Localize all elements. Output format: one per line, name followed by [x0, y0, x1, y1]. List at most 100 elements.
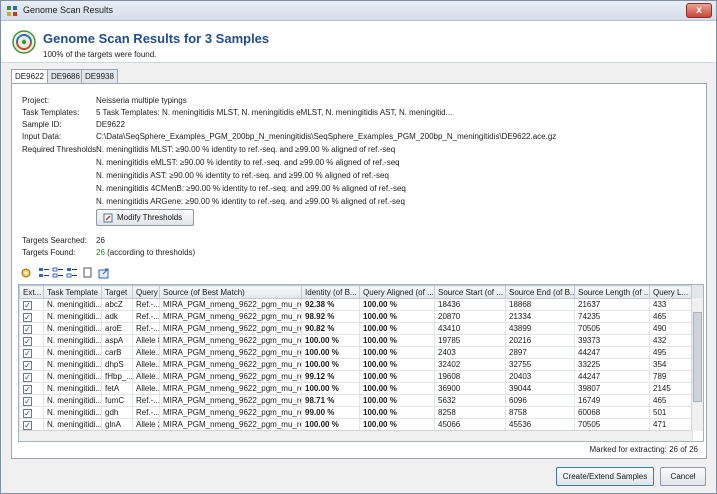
column-header[interactable]: Query L... [649, 285, 693, 299]
horizontal-scrollbar[interactable] [19, 430, 692, 441]
table-cell: Ref.-... [132, 406, 160, 419]
extract-checkbox-cell[interactable]: ✓ [19, 322, 44, 335]
table-row[interactable]: ✓ N. meningitidi... abcZ Ref.-... MIRA_PGM_n… [19, 298, 693, 311]
vertical-scrollbar[interactable] [691, 298, 703, 431]
templates-label: Task Templates: [22, 108, 80, 117]
settings-icon[interactable] [20, 267, 32, 279]
extract-checkbox[interactable]: ✓ [23, 337, 32, 346]
sample-panel: Project: Neisseria multiple typings Task… [11, 83, 707, 459]
table-cell: Ref.-... [132, 394, 160, 407]
table-cell: 8258 [434, 406, 506, 419]
table-cell: 44247 [574, 370, 650, 383]
scrollbar-thumb[interactable] [693, 312, 702, 402]
table-cell: 18436 [434, 298, 506, 311]
templates-value: 5 Task Templates: N. meningitidis MLST, … [96, 108, 453, 117]
table-cell: 2403 [434, 346, 506, 359]
table-cell: 20870 [434, 310, 506, 323]
page-title: Genome Scan Results for 3 Samples [43, 31, 270, 46]
select-none-icon[interactable] [52, 267, 64, 279]
copy-icon[interactable] [82, 267, 94, 279]
column-header[interactable]: Query [132, 285, 160, 299]
column-header[interactable]: Task Template [43, 285, 102, 299]
extract-checkbox-cell[interactable]: ✓ [19, 358, 44, 371]
column-header[interactable]: Ext... [19, 285, 44, 299]
table-cell: 19785 [434, 334, 506, 347]
close-button[interactable]: x [686, 3, 712, 18]
table-cell: 100.00 % [301, 334, 360, 347]
table-cell: MIRA_PGM_nmeng_9622_pgm_mu_re... [159, 382, 302, 395]
extract-checkbox[interactable]: ✓ [23, 313, 32, 322]
extract-checkbox[interactable]: ✓ [23, 301, 32, 310]
column-header[interactable]: Source (of Best Match) [159, 285, 302, 299]
extract-checkbox-cell[interactable]: ✓ [19, 418, 44, 431]
export-icon[interactable] [98, 267, 110, 279]
column-header[interactable]: Target [101, 285, 133, 299]
table-row[interactable]: ✓ N. meningitidi...fetAAllele...MIRA_PGM_… [19, 382, 693, 395]
table-row[interactable]: ✓ N. meningitidi... aroE Ref.-... MIRA_PGM_n… [19, 322, 693, 335]
table-cell: MIRA_PGM_nmeng_9622_pgm_mu_re... [159, 346, 302, 359]
table-cell: 18868 [505, 298, 575, 311]
invert-selection-icon[interactable] [66, 267, 78, 279]
table-row[interactable]: ✓ N. meningitidi...carBAllele...MIRA_PGM_… [19, 346, 693, 359]
column-header[interactable]: Source End (of B... [505, 285, 575, 299]
extract-checkbox-cell[interactable]: ✓ [19, 310, 44, 323]
table-cell: Allele... [132, 358, 160, 371]
table-row[interactable]: ✓ N. meningitidi... adk Ref.-... MIRA_PGM_nm… [19, 310, 693, 323]
column-header[interactable]: Identity (of B... [301, 285, 360, 299]
extract-checkbox[interactable]: ✓ [23, 385, 32, 394]
select-all-icon[interactable] [38, 267, 50, 279]
extract-checkbox[interactable]: ✓ [23, 409, 32, 418]
extract-checkbox-cell[interactable]: ✓ [19, 394, 44, 407]
table-row[interactable]: ✓ N. meningitidi... gdh Ref.-... MIRA_PGM_nm… [19, 406, 693, 419]
table-cell: 39373 [574, 334, 650, 347]
title-bar[interactable]: Genome Scan Results x [1, 1, 716, 21]
table-cell: 45066 [434, 418, 506, 431]
extract-checkbox-cell[interactable]: ✓ [19, 382, 44, 395]
extract-checkbox-cell[interactable]: ✓ [19, 334, 44, 347]
threshold-line: N. meningitidis ARGene: ≥90.00 % identit… [96, 197, 405, 206]
extract-checkbox[interactable]: ✓ [23, 373, 32, 382]
table-cell: N. meningitidi... [43, 322, 102, 335]
table-cell: 39044 [505, 382, 575, 395]
tab-de9622[interactable]: DE9622 [11, 69, 48, 84]
extract-checkbox-cell[interactable]: ✓ [19, 370, 44, 383]
table-cell: fumC [101, 394, 133, 407]
table-row[interactable]: ✓ N. meningitidi...aspAAllele 8MIRA_PGM_n… [19, 334, 693, 347]
table-cell: 5632 [434, 394, 506, 407]
extract-checkbox[interactable]: ✓ [23, 361, 32, 370]
targets-found-label: Targets Found: [22, 248, 76, 257]
extract-checkbox-cell[interactable]: ✓ [19, 298, 44, 311]
table-row[interactable]: ✓ N. meningitidi...dhpSAllele...MIRA_PGM_… [19, 358, 693, 371]
column-header[interactable]: Source Start (of ... [434, 285, 506, 299]
table-cell: fHbp_... [101, 370, 133, 383]
header: Genome Scan Results for 3 Samples 100% o… [1, 21, 716, 63]
input-data-label: Input Data: [22, 132, 62, 141]
table-row[interactable]: ✓ N. meningitidi...glnAAllele 2MIRA_PGM_n… [19, 418, 693, 431]
create-extend-samples-button[interactable]: Create/Extend Samples [556, 467, 654, 486]
modify-thresholds-button[interactable]: Modify Thresholds [96, 209, 194, 226]
table-row[interactable]: ✓ N. meningitidi... fumC Ref.-... MIRA_PGM_n… [19, 394, 693, 407]
column-header[interactable]: Query Aligned (of ... [359, 285, 435, 299]
table-cell: 465 [649, 310, 693, 323]
tab-de9938[interactable]: DE9938 [81, 69, 118, 83]
tab-de9686[interactable]: DE9686 [47, 69, 84, 83]
table-cell: 32755 [505, 358, 575, 371]
table-cell: 33225 [574, 358, 650, 371]
modify-thresholds-label: Modify Thresholds [117, 213, 183, 222]
extract-checkbox[interactable]: ✓ [23, 325, 32, 334]
table-row[interactable]: ✓ N. meningitidi...fHbp_...Allele...MIRA_… [19, 370, 693, 383]
table-cell: fetA [101, 382, 133, 395]
extract-checkbox-cell[interactable]: ✓ [19, 346, 44, 359]
column-header[interactable]: Source Length (of ... [574, 285, 650, 299]
table-cell: 465 [649, 394, 693, 407]
table-cell: Ref.-... [132, 298, 160, 311]
table-cell: 100.00 % [359, 310, 435, 323]
extract-checkbox-cell[interactable]: ✓ [19, 406, 44, 419]
extract-checkbox[interactable]: ✓ [23, 349, 32, 358]
cancel-button[interactable]: Cancel [660, 467, 706, 486]
table-cell: 100.00 % [301, 418, 360, 431]
column-chooser-icon[interactable] [691, 285, 703, 298]
table-cell: aroE [101, 322, 133, 335]
extract-checkbox[interactable]: ✓ [23, 397, 32, 406]
extract-checkbox[interactable]: ✓ [23, 421, 32, 430]
